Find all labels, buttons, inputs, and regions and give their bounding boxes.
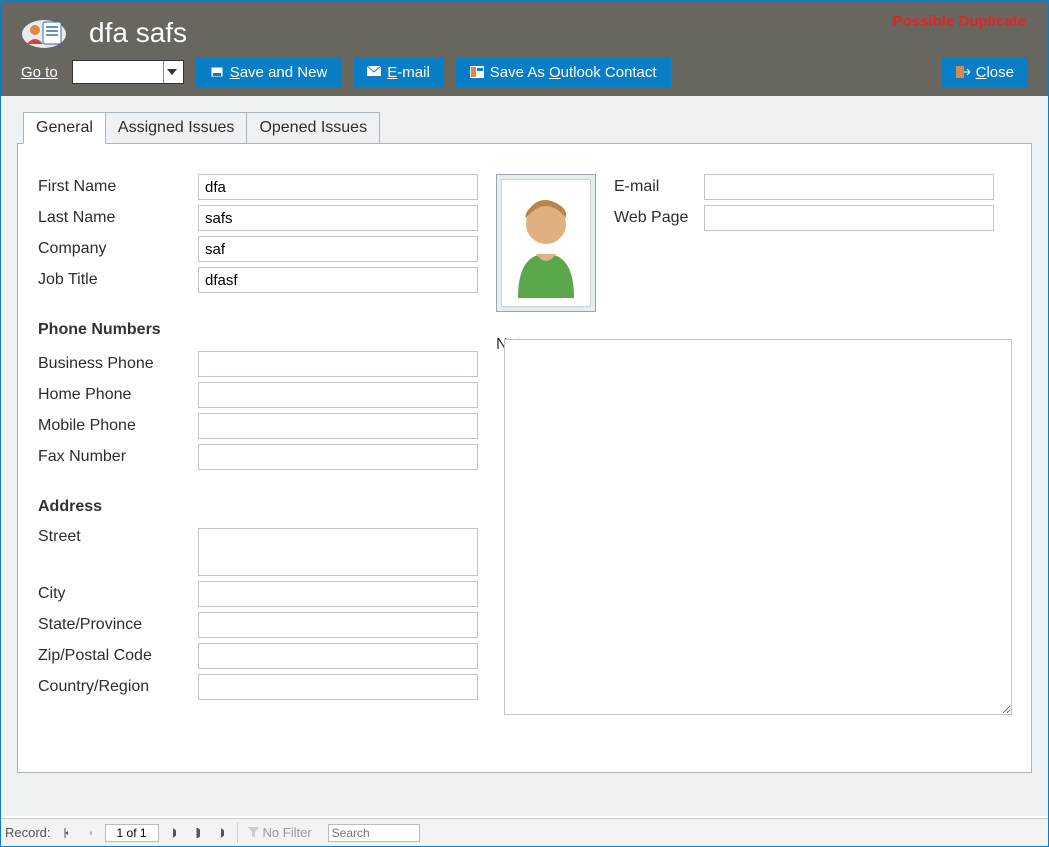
state-input[interactable] <box>198 612 478 638</box>
zip-label: Zip/Postal Code <box>38 647 198 665</box>
job-title-input[interactable] <box>198 267 478 293</box>
company-input[interactable] <box>198 236 478 262</box>
home-phone-input[interactable] <box>198 382 478 408</box>
record-position-input[interactable] <box>105 824 159 842</box>
last-name-label: Last Name <box>38 209 198 227</box>
search-input[interactable] <box>328 824 420 842</box>
street-label: Street <box>38 528 198 546</box>
tab-opened-issues[interactable]: Opened Issues <box>246 112 380 144</box>
goto-label: Go to <box>21 64 58 81</box>
first-name-input[interactable] <box>198 174 478 200</box>
tab-panel: First Name Last Name Company Job Title P… <box>17 143 1032 773</box>
save-icon <box>210 66 224 78</box>
street-input[interactable] <box>198 528 478 576</box>
outlook-icon <box>470 66 484 78</box>
job-title-label: Job Title <box>38 271 198 289</box>
country-input[interactable] <box>198 674 478 700</box>
tab-assigned-issues[interactable]: Assigned Issues <box>105 112 248 144</box>
mobile-phone-input[interactable] <box>198 413 478 439</box>
tab-strip: General Assigned Issues Opened Issues <box>23 112 1032 144</box>
page-title: dfa safs <box>89 17 187 49</box>
envelope-icon <box>367 66 381 78</box>
home-phone-label: Home Phone <box>38 386 198 404</box>
zip-input[interactable] <box>198 643 478 669</box>
city-label: City <box>38 585 198 603</box>
chevron-down-icon[interactable] <box>163 61 181 83</box>
fax-label: Fax Number <box>38 448 198 466</box>
business-phone-input[interactable] <box>198 351 478 377</box>
prev-record-button[interactable] <box>81 823 99 843</box>
notes-input[interactable] <box>504 339 1012 715</box>
filter-status[interactable]: No Filter <box>237 823 322 843</box>
email-label: E-mail <box>614 178 704 196</box>
close-button[interactable]: Close <box>942 57 1028 87</box>
country-label: Country/Region <box>38 678 198 696</box>
web-input[interactable] <box>704 205 994 231</box>
save-and-new-button[interactable]: Save and New <box>196 57 342 87</box>
app-icon <box>21 16 67 51</box>
duplicate-warning: Possible Duplicate <box>893 13 1026 30</box>
content-area: General Assigned Issues Opened Issues Fi… <box>1 96 1048 816</box>
goto-dropdown[interactable] <box>72 60 184 84</box>
business-phone-label: Business Phone <box>38 355 198 373</box>
first-record-button[interactable] <box>57 823 75 843</box>
funnel-icon <box>248 827 259 838</box>
mobile-phone-label: Mobile Phone <box>38 417 198 435</box>
web-label: Web Page <box>614 209 704 227</box>
toolbar: Go to Save and New E-mail Save As Outloo… <box>21 57 1028 87</box>
email-button[interactable]: E-mail <box>353 57 444 87</box>
address-section-header: Address <box>38 498 478 516</box>
company-label: Company <box>38 240 198 258</box>
tab-general[interactable]: General <box>23 112 106 144</box>
state-label: State/Province <box>38 616 198 634</box>
door-exit-icon <box>956 66 970 78</box>
email-input[interactable] <box>704 174 994 200</box>
header: dfa safs Possible Duplicate Go to Save a… <box>1 1 1048 96</box>
phone-section-header: Phone Numbers <box>38 321 478 339</box>
last-record-button[interactable] <box>189 823 207 843</box>
next-record-button[interactable] <box>165 823 183 843</box>
last-name-input[interactable] <box>198 205 478 231</box>
first-name-label: First Name <box>38 178 198 196</box>
save-as-outlook-button[interactable]: Save As Outlook Contact <box>456 57 671 87</box>
record-label: Record: <box>5 825 51 840</box>
city-input[interactable] <box>198 581 478 607</box>
new-record-button[interactable] <box>213 823 231 843</box>
contact-photo[interactable] <box>496 174 596 312</box>
record-navigator: Record: No Filter <box>1 818 1048 846</box>
fax-input[interactable] <box>198 444 478 470</box>
